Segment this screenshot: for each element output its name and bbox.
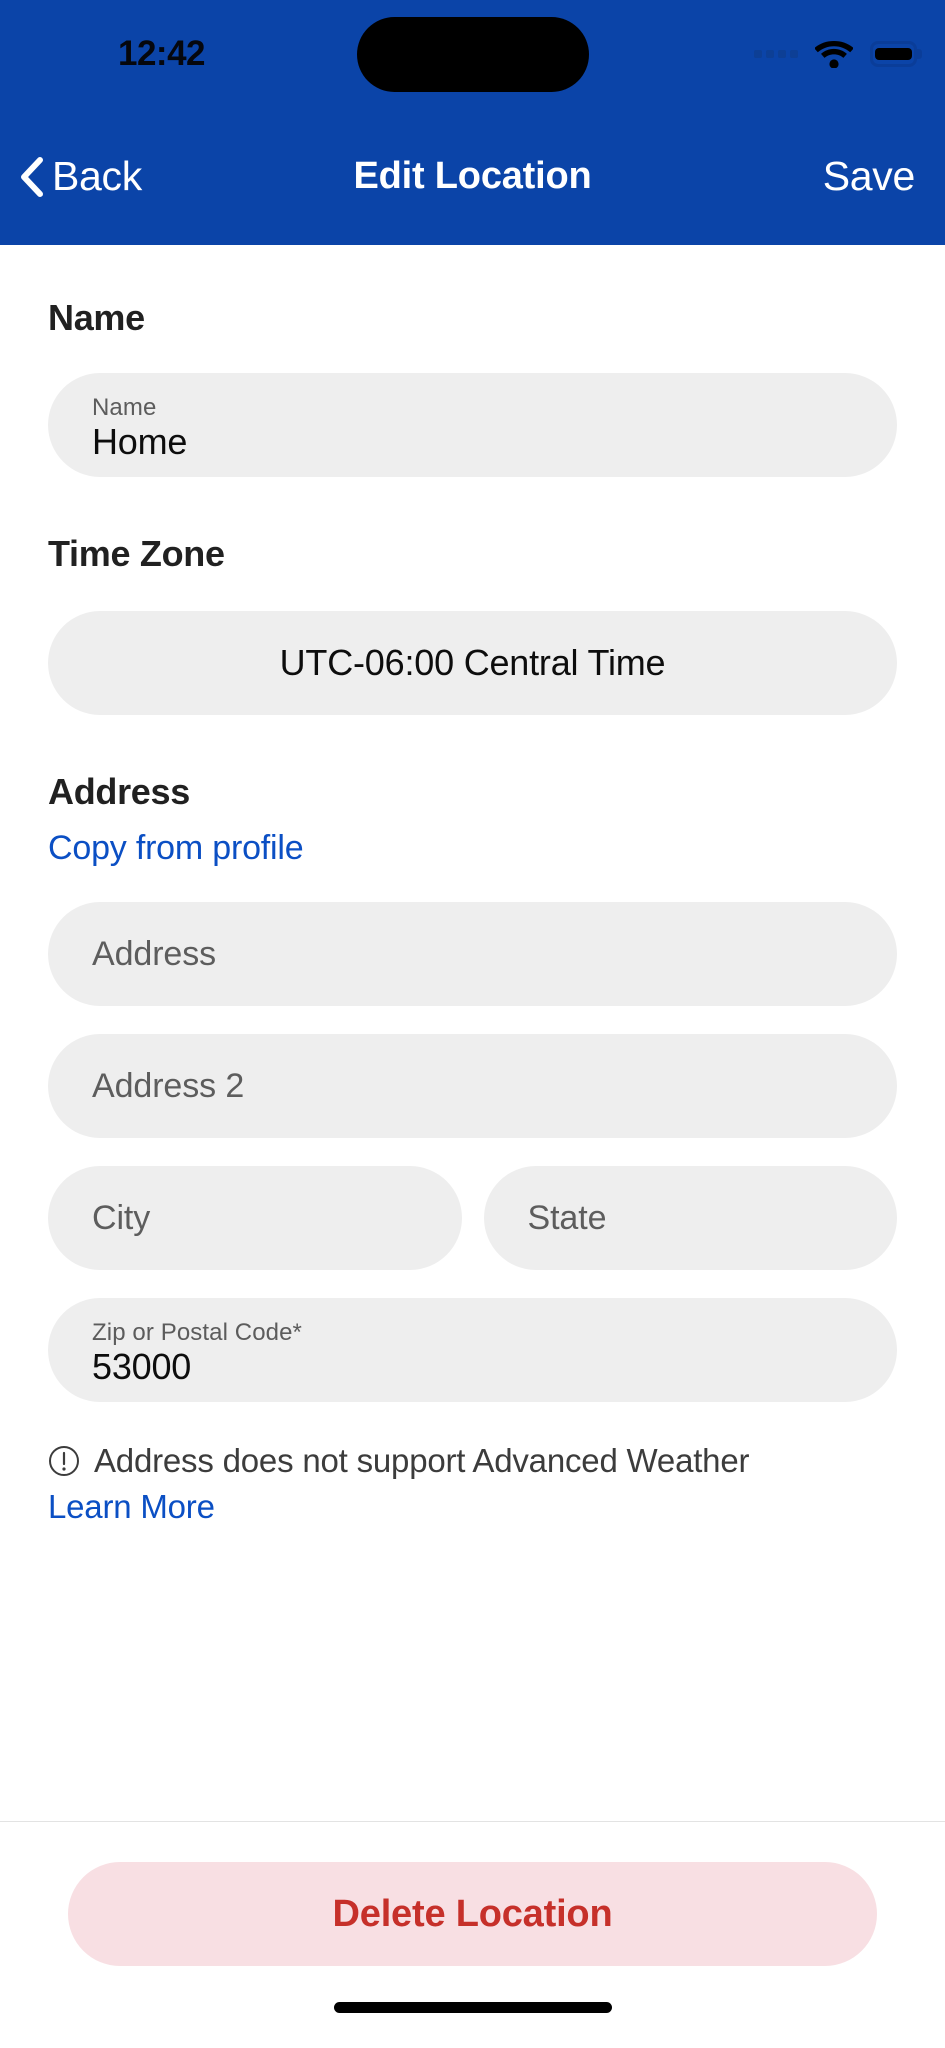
form-content: Name Name Home Time Zone UTC-06:00 Centr… [0,245,945,1821]
address1-input[interactable]: Address [48,902,897,1006]
status-time: 12:42 [118,34,206,73]
address-warning-line: Address does not support Advanced Weathe… [48,1442,897,1480]
name-input-label: Name [92,393,157,421]
exclamation-circle-icon [48,1445,80,1477]
address-warning-text: Address does not support Advanced Weathe… [94,1442,750,1479]
zip-input[interactable]: Zip or Postal Code* 53000 [48,1298,897,1402]
home-indicator-area [0,1966,945,2048]
section-heading-name: Name [48,297,145,338]
signal-dots-icon [754,50,798,58]
time-zone-value: UTC-06:00 Central Time [279,642,666,684]
back-button[interactable]: Back [18,153,142,200]
status-bar: 12:42 [0,0,945,108]
zip-input-value: 53000 [92,1346,192,1388]
address2-input[interactable]: Address 2 [48,1034,897,1138]
address1-placeholder: Address [92,934,217,973]
battery-icon [870,41,917,67]
name-input-value: Home [92,421,188,463]
phone-screen: 12:42 Back Edit Location Save Name Name … [0,0,945,2048]
wifi-icon [815,40,853,68]
section-heading-time-zone: Time Zone [48,533,225,574]
state-input[interactable]: State [483,1166,897,1270]
city-input[interactable]: City [48,1166,462,1270]
chevron-left-icon [18,156,44,197]
address2-placeholder: Address 2 [92,1066,245,1105]
zip-input-label: Zip or Postal Code* [92,1318,303,1346]
nav-bar: Back Edit Location Save [0,108,945,245]
copy-from-profile-link[interactable]: Copy from profile [48,829,304,868]
back-label: Back [52,153,142,199]
footer: Delete Location [0,1821,945,1966]
delete-location-button[interactable]: Delete Location [68,1862,877,1966]
save-button[interactable]: Save [823,153,916,200]
state-placeholder: State [527,1198,607,1237]
city-state-row: City State [48,1166,897,1270]
home-indicator[interactable] [333,2001,612,2013]
learn-more-link[interactable]: Learn More [48,1488,215,1526]
dynamic-island [356,17,589,92]
name-input[interactable]: Name Home [48,373,897,477]
address-warning: Address does not support Advanced Weathe… [48,1442,897,1526]
status-icons [754,40,917,68]
section-heading-address: Address [48,771,190,812]
city-placeholder: City [92,1198,151,1237]
time-zone-select[interactable]: UTC-06:00 Central Time [48,611,897,715]
